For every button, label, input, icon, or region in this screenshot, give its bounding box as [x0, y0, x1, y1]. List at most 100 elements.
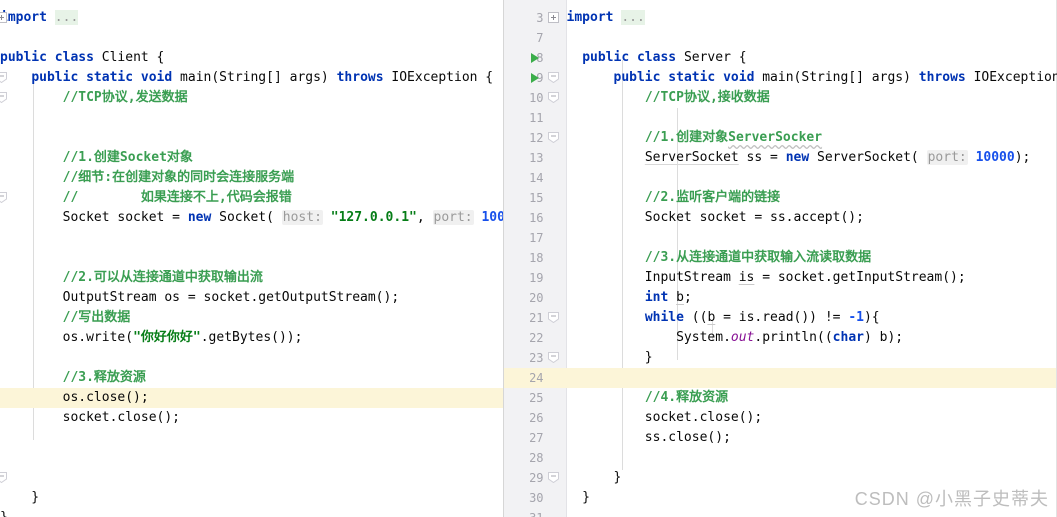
fold-minus-icon[interactable]: [0, 72, 7, 83]
fold-minus-icon[interactable]: [547, 92, 559, 103]
run-gutter-icon[interactable]: [530, 53, 539, 63]
code-token: //4.释放资源: [644, 390, 729, 405]
fold-minus-icon[interactable]: [547, 352, 559, 363]
code-line[interactable]: [0, 28, 8, 48]
code-line[interactable]: [0, 448, 8, 468]
code-line[interactable]: [0, 248, 8, 268]
fold-plus-icon[interactable]: [0, 12, 7, 23]
code-line[interactable]: }: [0, 508, 8, 517]
code-line[interactable]: [567, 228, 575, 248]
code-line[interactable]: InputStream is = socket.getInputStream()…: [567, 268, 966, 288]
code-line[interactable]: socket.close();: [566, 408, 763, 428]
code-token: OutputStream os = socket.getOutputStream…: [0, 290, 400, 305]
code-line[interactable]: //4.释放资源: [567, 388, 729, 408]
code-line[interactable]: OutputStream os = socket.getOutputStream…: [0, 288, 400, 308]
code-line[interactable]: //3.从连接通道中获取输入流读取数据: [567, 248, 871, 268]
code-line[interactable]: public static void main(String[] args) t…: [0, 68, 493, 88]
code-line[interactable]: //1.创建对象ServerSocker: [567, 128, 822, 148]
code-text-client[interactable]: import ... public class Client { public …: [0, 8, 503, 517]
code-line[interactable]: //2.监听客户端的链接: [567, 188, 780, 208]
fold-minus-icon[interactable]: [547, 132, 559, 143]
code-line[interactable]: [0, 228, 8, 248]
code-line[interactable]: //写出数据: [0, 308, 131, 328]
code-line[interactable]: [0, 108, 8, 128]
code-token: }: [0, 490, 40, 505]
fold-minus-icon[interactable]: [547, 72, 559, 83]
fold-minus-icon[interactable]: [0, 192, 7, 203]
code-line[interactable]: //TCP协议,接收数据: [567, 88, 770, 108]
code-line[interactable]: }: [566, 468, 622, 488]
code-token: socket.close();: [566, 410, 763, 425]
code-line[interactable]: //TCP协议,发送数据: [0, 88, 188, 108]
code-token: new: [187, 210, 212, 225]
code-pane-client[interactable]: import ... public class Client { public …: [0, 0, 503, 517]
fold-minus-icon[interactable]: [547, 312, 559, 323]
code-line[interactable]: [567, 508, 575, 517]
code-line[interactable]: //3.释放资源: [0, 368, 146, 388]
code-token: import: [566, 10, 622, 25]
code-token: ...: [621, 10, 645, 25]
code-line[interactable]: [567, 108, 575, 128]
code-line[interactable]: Socket socket = ss.accept();: [567, 208, 864, 228]
code-line[interactable]: public class Server {: [567, 48, 746, 68]
code-line[interactable]: import ...: [567, 8, 645, 28]
line-number: 18: [529, 251, 544, 265]
line-number: 17: [529, 231, 544, 245]
code-token: IOException {: [973, 70, 1057, 85]
code-token: "127.0.0.1": [330, 210, 417, 225]
code-line[interactable]: //1.创建Socket对象: [0, 148, 193, 168]
code-line[interactable]: Socket socket = new Socket( host: "127.0…: [0, 208, 503, 228]
code-line[interactable]: }: [567, 488, 590, 508]
code-line[interactable]: [567, 168, 575, 188]
code-line[interactable]: [567, 448, 575, 468]
code-line[interactable]: ServerSocket ss = new ServerSocket( port…: [567, 148, 1030, 168]
code-line[interactable]: //2.可以从连接通道中获取输出流: [0, 268, 263, 288]
code-line[interactable]: [567, 368, 575, 388]
line-number: 29: [529, 471, 544, 485]
code-line[interactable]: socket.close();: [0, 408, 180, 428]
code-line[interactable]: // 如果连接不上,代码会报错: [0, 188, 292, 208]
fold-minus-icon[interactable]: [547, 472, 559, 483]
line-number: 3: [536, 11, 544, 25]
code-token: import: [0, 10, 55, 25]
code-line[interactable]: os.close();: [0, 388, 149, 408]
code-line[interactable]: import ...: [0, 8, 79, 28]
code-text-server[interactable]: import ... public class Server { public …: [503, 8, 1057, 517]
fold-minus-icon[interactable]: [0, 472, 7, 483]
line-number: 26: [529, 411, 544, 425]
code-line[interactable]: [0, 428, 8, 448]
code-line[interactable]: }: [567, 348, 653, 368]
code-line[interactable]: System.out.println((char) b);: [567, 328, 903, 348]
code-line[interactable]: os.write("你好你好".getBytes());: [0, 328, 303, 348]
code-token: os.close();: [0, 390, 149, 405]
code-line[interactable]: //细节:在创建对象的同时会连接服务端: [0, 168, 294, 188]
code-line[interactable]: ss.close();: [567, 428, 731, 448]
code-line[interactable]: public class Client {: [0, 48, 164, 68]
code-token: ){: [863, 310, 880, 325]
code-token: }: [0, 510, 8, 517]
code-line[interactable]: [567, 28, 575, 48]
run-gutter-icon[interactable]: [530, 73, 539, 83]
line-number: 7: [536, 31, 544, 45]
line-number: 25: [529, 391, 544, 405]
code-token: while: [644, 310, 684, 325]
code-token: int: [644, 290, 669, 305]
code-line[interactable]: int b;: [567, 288, 692, 308]
fold-plus-icon[interactable]: [547, 12, 559, 23]
code-line[interactable]: public static void main(String[] args) t…: [567, 68, 1057, 88]
code-token: }: [566, 470, 622, 485]
code-line[interactable]: }: [0, 488, 39, 508]
code-line[interactable]: [0, 128, 8, 148]
code-token: ss.close();: [566, 430, 731, 445]
fold-minus-icon[interactable]: [0, 92, 7, 103]
code-token: ...: [54, 10, 79, 25]
code-token: public: [582, 50, 630, 65]
code-pane-server[interactable]: import ... public class Server { public …: [503, 0, 1057, 517]
code-line[interactable]: [0, 348, 8, 368]
code-line[interactable]: while ((b = is.read()) != -1){: [567, 308, 880, 328]
